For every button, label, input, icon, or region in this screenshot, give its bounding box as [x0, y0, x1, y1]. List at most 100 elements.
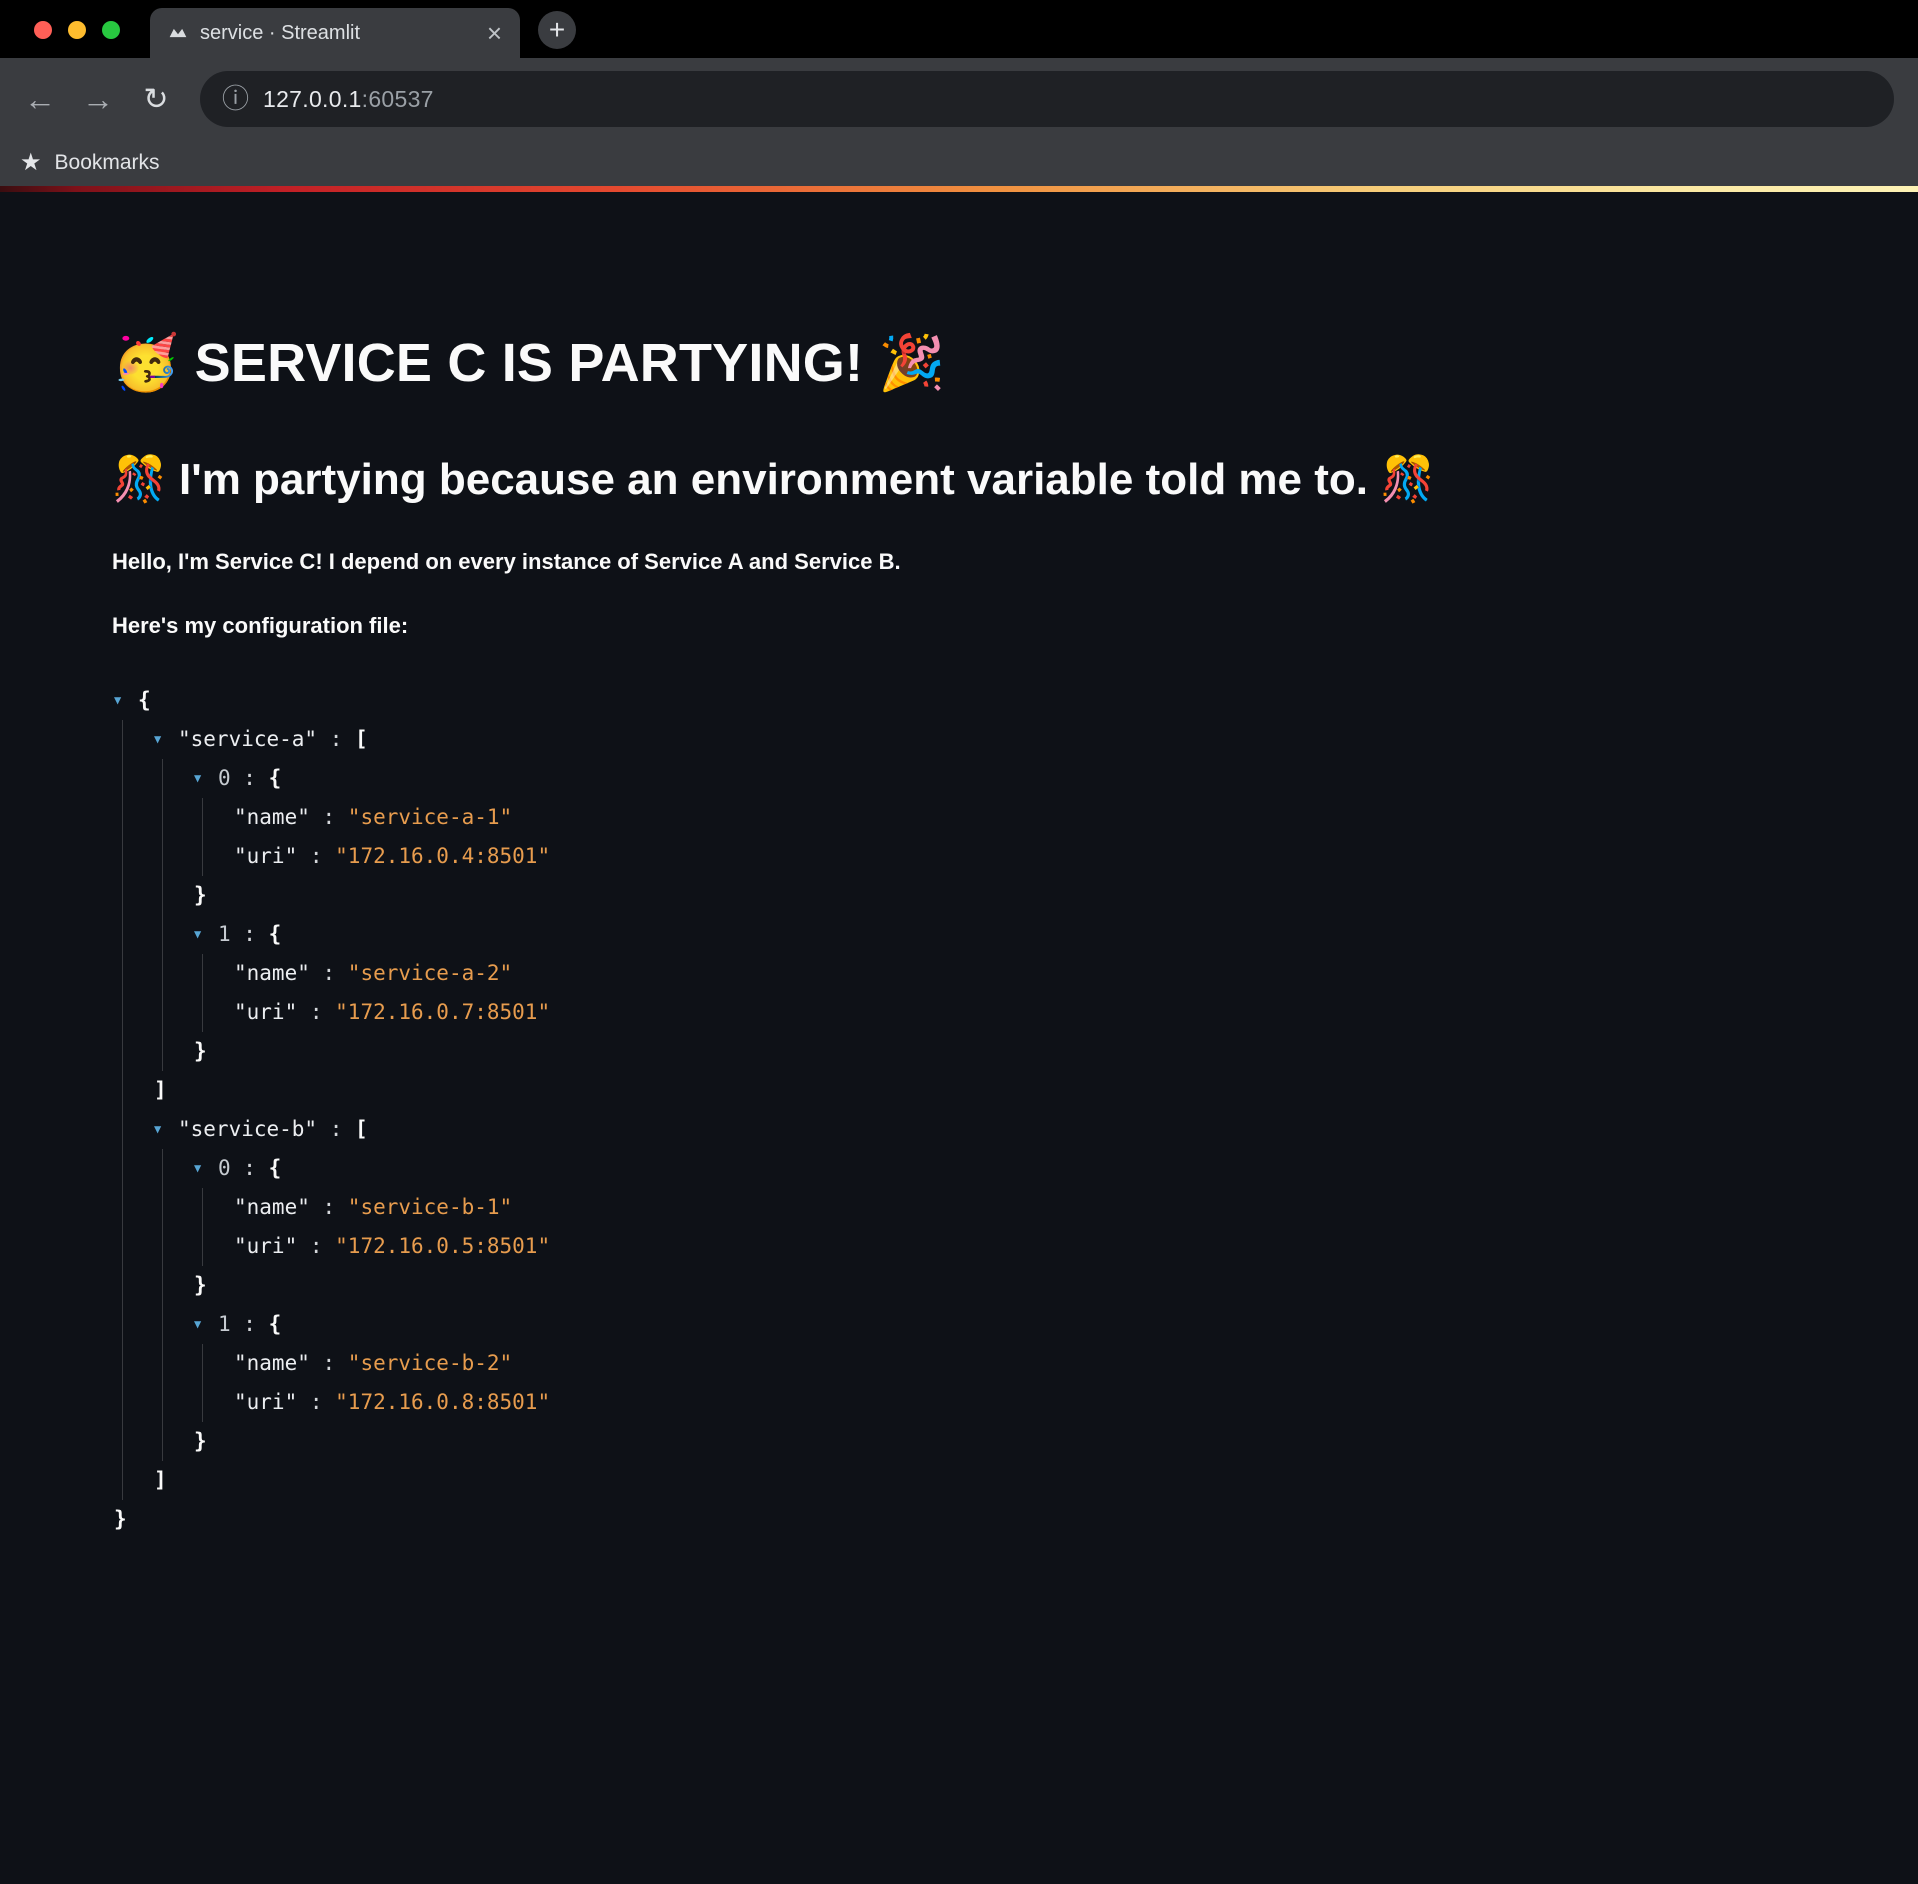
- collapse-toggle-icon[interactable]: ▼: [154, 1110, 178, 1149]
- bookmarks-bar: ★ Bookmarks: [0, 140, 1918, 186]
- collapse-toggle-icon[interactable]: ▼: [194, 1305, 218, 1344]
- json-children: "name" : "service-b-2""uri" : "172.16.0.…: [202, 1344, 1858, 1422]
- minimize-window-button[interactable]: [68, 21, 86, 39]
- fullscreen-window-button[interactable]: [102, 21, 120, 39]
- address-bar[interactable]: ⓘ 127.0.0.1:60537: [200, 71, 1894, 127]
- close-window-button[interactable]: [34, 21, 52, 39]
- json-key: "service-a": [178, 727, 317, 751]
- json-node: ▼1 : {"name" : "service-a-2""uri" : "172…: [194, 915, 1858, 1071]
- json-node: "uri" : "172.16.0.4:8501": [234, 837, 1858, 876]
- tab-close-icon[interactable]: ×: [487, 20, 502, 46]
- json-string-value: "service-b-2": [348, 1351, 512, 1375]
- json-string-value: "service-a-2": [348, 961, 512, 985]
- json-node: ▼"service-b" : [▼0 : {"name" : "service-…: [154, 1110, 1858, 1500]
- collapse-toggle-icon[interactable]: ▼: [154, 720, 178, 759]
- json-opener-line: ▼0 : {: [194, 759, 1858, 798]
- collapse-toggle-icon[interactable]: ▼: [194, 915, 218, 954]
- collapse-toggle-icon[interactable]: ▼: [194, 1149, 218, 1188]
- json-node: "uri" : "172.16.0.7:8501": [234, 993, 1858, 1032]
- json-leaf-line: "uri" : "172.16.0.5:8501": [234, 1227, 1858, 1266]
- json-key: "uri": [234, 844, 297, 868]
- json-close-bracket: ]: [154, 1468, 167, 1492]
- browser-tab[interactable]: service · Streamlit ×: [150, 8, 520, 58]
- url-host: 127.0.0.1: [263, 86, 362, 112]
- url-port: :60537: [362, 86, 434, 112]
- intro-text: Hello, I'm Service C! I depend on every …: [112, 549, 1858, 575]
- json-open-bracket: {: [269, 1156, 282, 1180]
- json-children: ▼0 : {"name" : "service-b-1""uri" : "172…: [162, 1149, 1858, 1461]
- json-node: "name" : "service-b-1": [234, 1188, 1858, 1227]
- json-key: "name": [234, 1195, 310, 1219]
- json-key: "name": [234, 1351, 310, 1375]
- window-controls: [34, 21, 120, 39]
- json-node: ▼0 : { "name" : "service-b-1""uri" : "172…: [194, 1149, 1858, 1305]
- bookmarks-folder[interactable]: Bookmarks: [55, 151, 160, 175]
- json-colon: :: [231, 922, 269, 946]
- json-leaf-line: "name" : "service-a-1": [234, 798, 1858, 837]
- collapse-toggle-icon[interactable]: ▼: [194, 759, 218, 798]
- json-close-bracket: ]: [154, 1078, 167, 1102]
- json-node: "name" : "service-a-2": [234, 954, 1858, 993]
- json-open-bracket: {: [269, 766, 282, 790]
- json-leaf-line: "uri" : "172.16.0.7:8501": [234, 993, 1858, 1032]
- site-info-icon[interactable]: ⓘ: [222, 86, 249, 113]
- json-key: "name": [234, 805, 310, 829]
- json-close-bracket: }: [194, 1273, 207, 1297]
- reload-button[interactable]: ↻: [132, 75, 180, 123]
- json-children: "name" : "service-b-1""uri" : "172.16.0.…: [202, 1188, 1858, 1266]
- json-key: 0: [218, 766, 231, 790]
- json-closer-line: }: [194, 1422, 1858, 1461]
- json-closer-line: }: [194, 876, 1858, 915]
- json-colon: :: [297, 844, 335, 868]
- json-string-value: "172.16.0.4:8501": [335, 844, 550, 868]
- json-opener-line: ▼{: [114, 681, 1858, 720]
- json-key: "uri": [234, 1390, 297, 1414]
- json-open-bracket: {: [269, 1312, 282, 1336]
- json-children: ▼0 : {"name" : "service-a-1""uri" : "172…: [162, 759, 1858, 1071]
- json-opener-line: ▼"service-b" : [: [154, 1110, 1858, 1149]
- json-children: "name" : "service-a-1""uri" : "172.16.0.…: [202, 798, 1858, 876]
- json-node: "uri" : "172.16.0.5:8501": [234, 1227, 1858, 1266]
- json-colon: :: [231, 1312, 269, 1336]
- json-node: "name" : "service-b-2": [234, 1344, 1858, 1383]
- json-string-value: "service-a-1": [348, 805, 512, 829]
- json-open-bracket: [: [355, 1117, 368, 1141]
- json-colon: :: [297, 1000, 335, 1024]
- json-colon: :: [310, 805, 348, 829]
- json-key: "uri": [234, 1000, 297, 1024]
- json-node: ▼0 : {"name" : "service-a-1""uri" : "172…: [194, 759, 1858, 915]
- json-node: ▼1 : {"name" : "service-b-2""uri" : "172…: [194, 1305, 1858, 1461]
- json-close-bracket: }: [114, 1507, 127, 1531]
- json-closer-line: ]: [154, 1071, 1858, 1110]
- json-children: ▼"service-a" : [▼0 : {"name" : "service-…: [122, 720, 1858, 1500]
- json-node: "uri" : "172.16.0.8:8501": [234, 1383, 1858, 1422]
- json-node: "name" : "service-a-1": [234, 798, 1858, 837]
- json-node: ▼"service-a" : [▼0 : {"name" : "service-…: [154, 720, 1858, 1110]
- streamlit-favicon-icon: [168, 23, 188, 43]
- json-leaf-line: "name" : "service-b-2": [234, 1344, 1858, 1383]
- json-close-bracket: }: [194, 883, 207, 907]
- new-tab-button[interactable]: +: [538, 11, 576, 49]
- json-children: "name" : "service-a-2""uri" : "172.16.0.…: [202, 954, 1858, 1032]
- json-key: 0: [218, 1156, 231, 1180]
- forward-button[interactable]: →: [74, 75, 122, 123]
- tab-title: service · Streamlit: [200, 22, 475, 45]
- json-leaf-line: "name" : "service-b-1": [234, 1188, 1858, 1227]
- config-label: Here's my configuration file:: [112, 613, 1858, 639]
- json-colon: :: [297, 1234, 335, 1258]
- bookmark-star-icon: ★: [20, 151, 42, 175]
- json-colon: :: [310, 961, 348, 985]
- json-colon: :: [231, 1156, 269, 1180]
- json-leaf-line: "uri" : "172.16.0.8:8501": [234, 1383, 1858, 1422]
- json-closer-line: ]: [154, 1461, 1858, 1500]
- json-colon: :: [310, 1195, 348, 1219]
- window-titlebar: service · Streamlit × +: [0, 0, 1918, 58]
- collapse-toggle-icon[interactable]: ▼: [114, 681, 138, 720]
- json-opener-line: ▼"service-a" : [: [154, 720, 1858, 759]
- json-colon: :: [231, 766, 269, 790]
- back-button[interactable]: ←: [16, 75, 64, 123]
- json-key: "service-b": [178, 1117, 317, 1141]
- json-closer-line: }: [114, 1500, 1858, 1539]
- json-open-bracket: {: [138, 688, 151, 712]
- json-key: "uri": [234, 1234, 297, 1258]
